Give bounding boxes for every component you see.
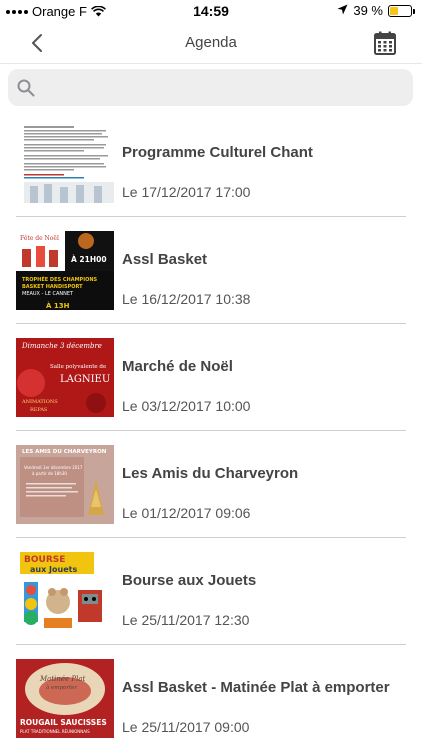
event-item[interactable]: Fête de Noël À 21H00 TROPHÉE DES CHAMPIO…: [0, 217, 422, 324]
poster-text: à emporter: [46, 684, 77, 691]
poster-text: LAGNIEU: [60, 374, 110, 385]
poster-text: BOURSE: [24, 555, 65, 565]
poster-text: Matinée Plat: [39, 675, 86, 683]
event-list: Programme Culturel Chant Le 17/12/2017 1…: [0, 110, 422, 750]
event-item[interactable]: BOURSE aux Jouets Bourse aux Jouets Le 2…: [0, 538, 422, 645]
poster-text: Dimanche 3 décembre: [21, 342, 102, 350]
event-date: Le 03/12/2017 10:00: [122, 398, 251, 414]
event-date: Le 16/12/2017 10:38: [122, 291, 251, 307]
event-thumbnail: Fête de Noël À 21H00 TROPHÉE DES CHAMPIO…: [16, 231, 114, 310]
poster-text: BASKET HANDISPORT: [22, 284, 83, 290]
battery-icon: [388, 4, 415, 17]
search-input[interactable]: [42, 79, 413, 96]
status-right: 39 %: [337, 3, 415, 18]
poster-text: Vendredi 1er décembre 2017: [24, 465, 83, 470]
poster-text: À 13H: [46, 301, 70, 310]
event-date: Le 25/11/2017 12:30: [122, 612, 250, 628]
event-thumbnail: [16, 124, 114, 203]
event-title: Assl Basket - Matinée Plat à emporter: [122, 679, 390, 696]
search-icon: [17, 79, 35, 102]
event-title: Programme Culturel Chant: [122, 144, 313, 161]
event-item[interactable]: LES AMIS DU CHARVEYRON Vendredi 1er déce…: [0, 431, 422, 538]
poster-text: À 21H00: [71, 255, 107, 264]
event-date: Le 01/12/2017 09:06: [122, 505, 251, 521]
event-thumbnail: Matinée Plat à emporter ROUGAIL SAUCISSE…: [16, 659, 114, 738]
event-title: Bourse aux Jouets: [122, 572, 257, 589]
poster-text: TROPHÉE DES CHAMPIONS: [22, 275, 97, 283]
battery-label: 39 %: [353, 3, 383, 18]
event-title: Assl Basket: [122, 251, 208, 268]
location-icon: [337, 3, 348, 18]
event-item[interactable]: Programme Culturel Chant Le 17/12/2017 1…: [0, 110, 422, 217]
battery-fill: [390, 6, 398, 15]
event-date: Le 25/11/2017 09:00: [122, 719, 250, 735]
poster-text: aux Jouets: [30, 565, 77, 574]
calendar-icon[interactable]: [374, 31, 396, 55]
event-date: Le 17/12/2017 17:00: [122, 184, 251, 200]
search-bar[interactable]: [8, 69, 413, 106]
event-thumbnail: LES AMIS DU CHARVEYRON Vendredi 1er déce…: [16, 445, 114, 524]
status-bar: Orange F 14:59 39 %: [0, 0, 422, 22]
event-thumbnail: Dimanche 3 décembre Salle polyvalente de…: [16, 338, 114, 417]
poster-text: PLAT TRADITIONNEL RÉUNIONNAIS: [20, 729, 90, 734]
page-title: Agenda: [185, 34, 237, 51]
poster-text: REPAS: [30, 407, 48, 413]
poster-text: à partir de 18h30: [32, 471, 67, 476]
event-item[interactable]: Dimanche 3 décembre Salle polyvalente de…: [0, 324, 422, 431]
nav-bar: Agenda: [0, 22, 422, 64]
poster-text: LES AMIS DU CHARVEYRON: [22, 449, 107, 455]
poster-text: Fête de Noël: [20, 235, 59, 242]
event-item[interactable]: Matinée Plat à emporter ROUGAIL SAUCISSE…: [0, 645, 422, 750]
event-title: Marché de Noël: [122, 358, 233, 375]
poster-text: Salle polyvalente de: [50, 364, 106, 370]
poster-text: ROUGAIL SAUCISSES: [20, 718, 107, 727]
poster-text: MEAUX - LE CANNET: [22, 291, 74, 297]
event-thumbnail: BOURSE aux Jouets: [16, 552, 114, 631]
event-title: Les Amis du Charveyron: [122, 465, 299, 482]
poster-text: ANIMATIONS: [21, 399, 58, 405]
